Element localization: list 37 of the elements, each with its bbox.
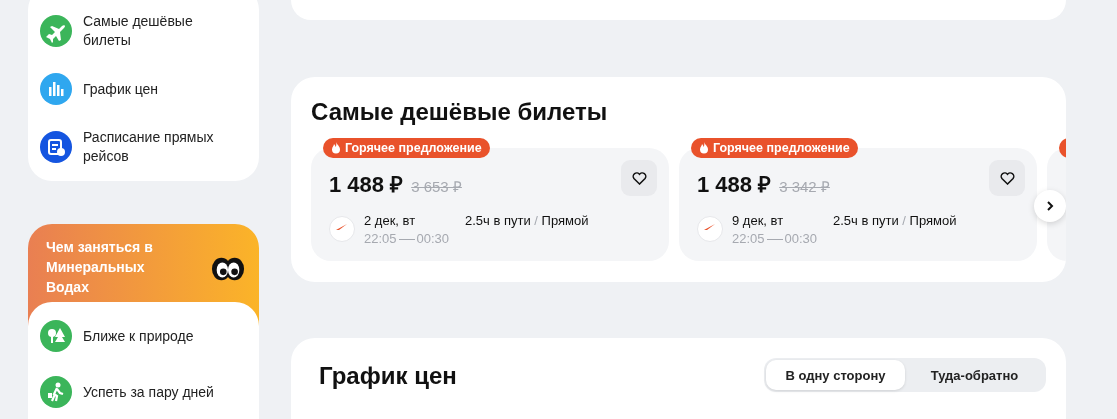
eyes-icon xyxy=(211,255,245,283)
fire-icon xyxy=(331,142,341,154)
sidebar-link[interactable]: Самые дешёвые билеты xyxy=(83,12,233,50)
flight-times: 22:05 00:30 xyxy=(732,230,819,248)
favorite-button[interactable] xyxy=(989,160,1025,196)
bar-chart-icon xyxy=(40,73,72,105)
activity-link[interactable]: Ближе к природе xyxy=(83,326,194,346)
heart-icon xyxy=(999,171,1015,185)
flight-date: 2 дек, вт xyxy=(364,212,417,230)
old-price: 3 653 ₽ xyxy=(411,177,462,196)
price: 1 488 ₽ xyxy=(329,171,404,198)
sidebar-link[interactable]: Расписание прямых рейсов xyxy=(83,128,233,166)
price: 1 488 ₽ xyxy=(697,171,772,198)
sidebar-link[interactable]: График цен xyxy=(83,79,159,99)
section-title: Самые дешёвые билеты xyxy=(311,97,609,127)
fire-icon xyxy=(699,142,709,154)
flight-duration: 2.5ч в пути / Прямой xyxy=(465,212,589,230)
flight-date: 9 дек, вт xyxy=(732,212,785,230)
airline-logo-icon xyxy=(697,216,723,242)
old-price: 3 342 ₽ xyxy=(779,177,830,196)
hiker-icon xyxy=(40,376,72,408)
flight-duration: 2.5ч в пути / Прямой xyxy=(833,212,957,230)
favorite-button[interactable] xyxy=(621,160,657,196)
trees-icon xyxy=(40,320,72,352)
activity-link[interactable]: Успеть за пару дней xyxy=(83,382,214,402)
plane-icon xyxy=(40,15,72,47)
trip-type-option[interactable]: Туда-обратно xyxy=(905,360,1044,390)
hot-offer-badge: Горячее предложение xyxy=(323,138,490,158)
chevron-right-icon xyxy=(1044,200,1056,212)
activities-title: Чем заняться в Минеральных Водах xyxy=(46,238,154,297)
airline-logo-icon xyxy=(329,216,355,242)
heart-icon xyxy=(631,171,647,185)
section-title: График цен xyxy=(319,361,457,391)
calendar-icon xyxy=(40,131,72,163)
flight-times: 22:05 00:30 xyxy=(364,230,451,248)
hot-offer-badge: Горячее предложение xyxy=(691,138,858,158)
trip-type-option[interactable]: В одну сторону xyxy=(766,360,905,390)
